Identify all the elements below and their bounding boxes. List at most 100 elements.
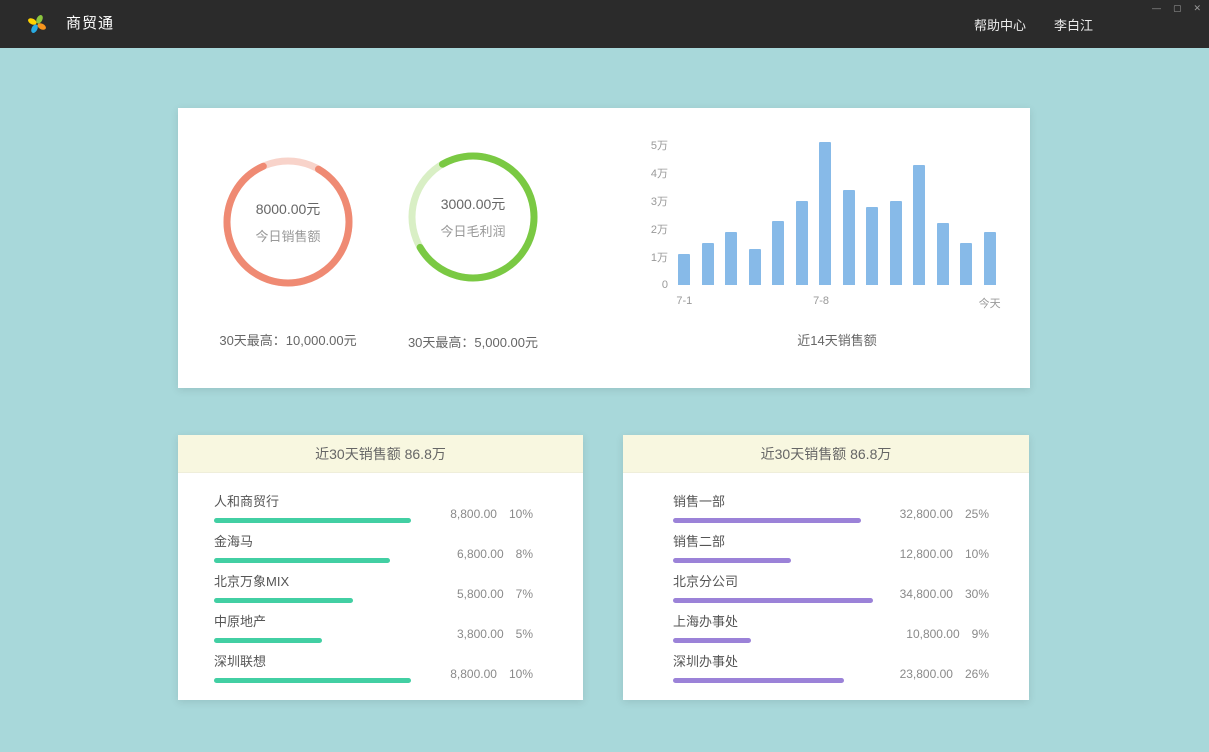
row-amount: 23,800.00 <box>900 667 953 681</box>
row-progress-bar <box>214 518 411 523</box>
row-values: 34,800.0030% <box>877 587 989 603</box>
sales-30day-max: 30天最高：10,000.00元 <box>188 330 388 349</box>
chart-bar <box>819 142 831 285</box>
departments-panel-body: 销售一部32,800.0025%销售二部12,800.0010%北京分公司34,… <box>623 473 1029 683</box>
sales-row: 销售二部 12,800.00 10% <box>673 523 989 563</box>
window-controls: — ▢ ✕ <box>1152 2 1201 14</box>
row-name: 深圳办事处 <box>673 651 877 670</box>
row-amount: 12,800.00 <box>900 547 953 561</box>
sales-row: 人和商贸行 8,800.00 10% <box>214 483 533 523</box>
chart-bar <box>866 207 878 285</box>
chart-bar <box>725 232 737 285</box>
row-name: 金海马 <box>214 531 421 550</box>
row-values: 8,800.0010% <box>421 667 533 683</box>
app-logo-icon <box>26 13 48 35</box>
close-icon[interactable]: ✕ <box>1193 2 1201 14</box>
departments-panel-title: 近30天销售额 86.8万 <box>623 435 1029 473</box>
row-progress-bar <box>214 598 353 603</box>
row-name: 销售二部 <box>673 531 877 550</box>
row-amount: 6,800.00 <box>457 547 504 561</box>
sales-row: 中原地产 3,800.00 5% <box>214 603 533 643</box>
row-main: 金海马 <box>214 531 421 563</box>
chart-y-axis: 5万 4万 3万 2万 1万 0 <box>640 145 678 285</box>
row-progress-bar <box>214 638 322 643</box>
minimize-icon[interactable]: — <box>1152 2 1161 14</box>
row-percent: 30% <box>965 587 989 601</box>
row-progress-bar <box>673 638 751 643</box>
chart-bar <box>749 249 761 285</box>
chart-plot-area <box>678 145 996 285</box>
sales-bar-chart: 5万 4万 3万 2万 1万 0 <box>640 145 996 285</box>
row-amount: 3,800.00 <box>457 627 504 641</box>
app-title: 商贸通 <box>66 0 114 48</box>
chart-bar <box>702 243 714 285</box>
row-values: 12,800.00 10% <box>877 547 989 563</box>
chart-bar <box>678 254 690 285</box>
sales-row: 北京万象MIX 5,800.00 7% <box>214 563 533 603</box>
row-percent: 10% <box>509 507 533 521</box>
chart-x-axis: 7-1 7-8 今天 <box>678 295 996 309</box>
row-percent: 10% <box>965 547 989 561</box>
today-sales-ring: 8000.00元 今日销售额 <box>218 152 358 292</box>
departments-sales-panel: 近30天销售额 86.8万 销售一部32,800.0025%销售二部12,800… <box>623 435 1029 700</box>
row-name: 北京万象MIX <box>214 571 421 590</box>
row-name: 中原地产 <box>214 611 421 630</box>
maximize-icon[interactable]: ▢ <box>1173 2 1182 14</box>
y-tick: 1万 <box>651 249 668 265</box>
row-name: 人和商贸行 <box>214 491 421 510</box>
row-values: 23,800.0026% <box>877 667 989 683</box>
row-values: 5,800.00 7% <box>421 587 533 603</box>
row-amount: 8,800.00 <box>450 667 497 681</box>
sales-row: 上海办事处 10,800.00 9% <box>673 603 989 643</box>
chart-bar <box>913 165 925 285</box>
today-sales-label: 今日销售额 <box>255 226 320 245</box>
row-amount: 5,800.00 <box>457 587 504 601</box>
titlebar-right-group: 帮助中心 李白江 <box>974 0 1093 48</box>
row-values: 6,800.008% <box>421 547 533 563</box>
customers-panel-title: 近30天销售额 86.8万 <box>178 435 583 473</box>
profit-ring-text: 3000.00元 今日毛利润 <box>403 147 543 287</box>
row-values: 3,800.00 5% <box>421 627 533 643</box>
y-tick: 5万 <box>651 137 668 153</box>
row-name: 深圳联想 <box>214 651 421 670</box>
chart-bar <box>772 221 784 285</box>
row-name: 上海办事处 <box>673 611 877 630</box>
row-progress-bar <box>673 598 873 603</box>
chart-bar <box>843 190 855 285</box>
y-tick: 0 <box>662 279 668 291</box>
row-progress-bar <box>214 678 411 683</box>
chart-bar <box>984 232 996 285</box>
today-profit-label: 今日毛利润 <box>440 221 505 240</box>
row-progress-bar <box>673 558 791 563</box>
row-percent: 5% <box>516 627 533 641</box>
chart-bar <box>796 201 808 285</box>
help-center-link[interactable]: 帮助中心 <box>974 15 1026 34</box>
row-percent: 9% <box>972 627 989 641</box>
sales-row: 销售一部32,800.0025% <box>673 483 989 523</box>
chart-bar <box>890 201 902 285</box>
sales-ring-text: 8000.00元 今日销售额 <box>218 152 358 292</box>
chart-bar <box>937 223 949 285</box>
x-tick: 今天 <box>979 295 1001 311</box>
username-link[interactable]: 李白江 <box>1054 15 1093 34</box>
row-main: 上海办事处 <box>673 611 877 643</box>
chart-title: 近14天销售额 <box>678 330 996 349</box>
row-main: 销售一部 <box>673 491 877 523</box>
sales-row: 深圳办事处23,800.0026% <box>673 643 989 683</box>
row-progress-bar <box>673 678 844 683</box>
row-progress-bar <box>673 518 861 523</box>
row-main: 人和商贸行 <box>214 491 421 523</box>
row-amount: 10,800.00 <box>906 627 959 641</box>
today-profit-value: 3000.00元 <box>441 194 506 214</box>
y-tick: 3万 <box>651 193 668 209</box>
customers-sales-panel: 近30天销售额 86.8万 人和商贸行8,800.0010%金海马6,800.0… <box>178 435 583 700</box>
row-main: 深圳联想 <box>214 651 421 683</box>
chart-bar <box>960 243 972 285</box>
row-amount: 8,800.00 <box>450 507 497 521</box>
row-percent: 7% <box>516 587 533 601</box>
sales-row: 深圳联想8,800.0010% <box>214 643 533 683</box>
y-tick: 4万 <box>651 165 668 181</box>
y-tick: 2万 <box>651 221 668 237</box>
row-main: 北京万象MIX <box>214 571 421 603</box>
row-progress-bar <box>214 558 390 563</box>
